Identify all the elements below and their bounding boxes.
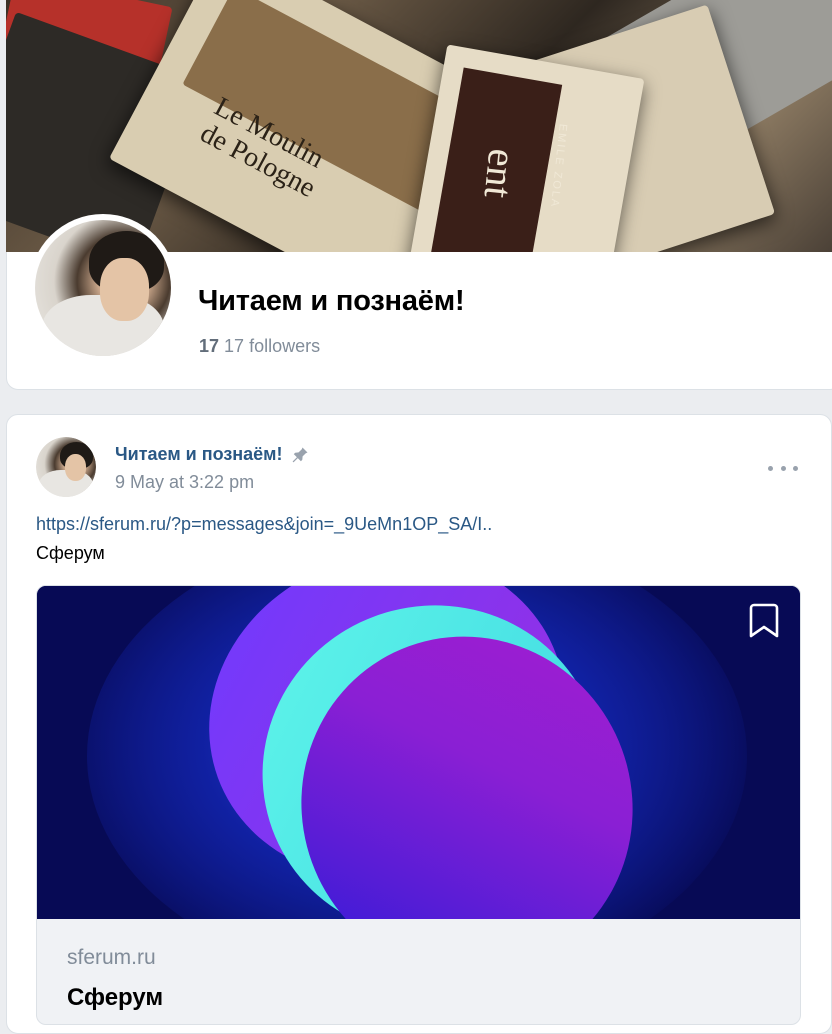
post-author-name[interactable]: Читаем и познаём!: [115, 444, 282, 465]
snippet-domain: sferum.ru: [67, 946, 156, 969]
community-avatar[interactable]: [29, 214, 177, 362]
cover-image[interactable]: Le Moulin de Pologne ent EMILE ZOLA: [6, 0, 832, 255]
community-name: Читаем и познаём!: [198, 285, 465, 317]
post-link[interactable]: https://sferum.ru/?p=messages&join=_9UeM…: [36, 514, 492, 535]
snippet-title[interactable]: Сферум: [67, 984, 163, 1012]
pin-icon: [293, 447, 308, 462]
post-text: Сферум: [36, 543, 105, 563]
cover-spine-title: ent: [475, 146, 526, 201]
cover-book-spine: [407, 44, 645, 255]
post-date[interactable]: 9 May at 3:22 pm: [115, 472, 254, 493]
post-author-avatar[interactable]: [36, 437, 96, 497]
link-snippet[interactable]: sferum.ru Сферум: [36, 585, 801, 1025]
bookmark-icon[interactable]: [747, 602, 781, 640]
followers-link[interactable]: 17 17 followers: [199, 336, 320, 357]
more-icon[interactable]: [768, 460, 798, 476]
followers-label: 17 followers: [224, 336, 321, 356]
snippet-image[interactable]: [37, 586, 800, 919]
followers-count: 17: [199, 336, 220, 356]
post-author: Читаем и познаём!: [115, 444, 310, 465]
